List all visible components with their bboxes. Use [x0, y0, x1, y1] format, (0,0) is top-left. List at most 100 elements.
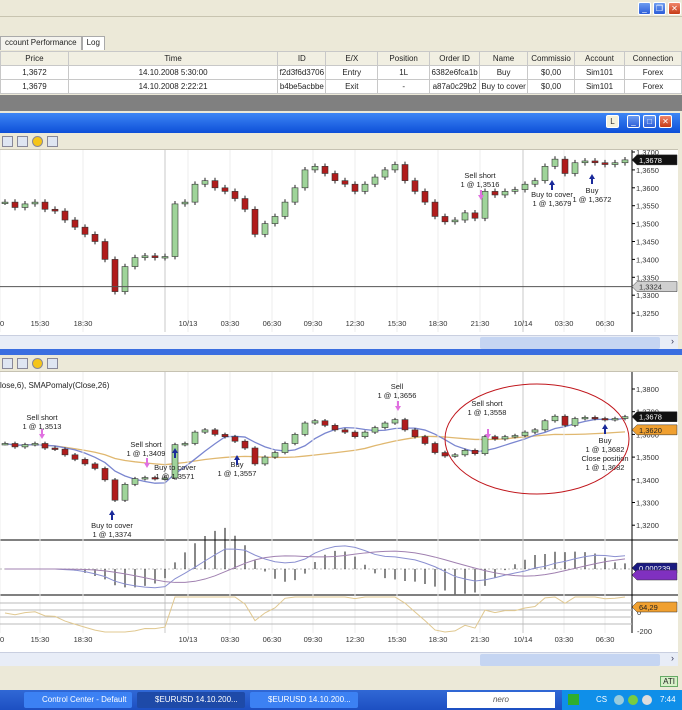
strategy-icon[interactable] [32, 136, 43, 147]
draw-tool-icon[interactable] [2, 136, 13, 147]
bottom-tabs: ccount Performance Log [0, 36, 105, 50]
data-box-icon[interactable] [47, 136, 58, 147]
column-header[interactable]: Order ID [429, 51, 481, 66]
price-axis-label: 1,3400 [636, 476, 659, 485]
candle [131, 478, 139, 485]
table-row[interactable]: 1,3679 14.10.2008 2:22:21 b4be5acbbe Exit - a… [0, 79, 682, 94]
price-axis-label: 1,3300 [636, 499, 659, 508]
last-price-label: 1,3678 [639, 413, 662, 422]
top-price-chart: 1,37001,36501,36001,35501,35001,34501,34… [0, 148, 678, 332]
buy-arrow-icon [589, 174, 595, 184]
candle [281, 443, 289, 453]
bottom-chart-scrollbar[interactable]: › [0, 652, 678, 666]
chart-maximize-button[interactable]: □ [643, 115, 656, 128]
time-axis-label: 15:30 [388, 635, 407, 644]
bottom-chart-panel[interactable]: 1,38001,37001,36001,35001,34001,33001,32… [0, 372, 678, 652]
time-axis-label: 03:30 [555, 635, 574, 644]
time-axis-label: 10/14 [514, 319, 533, 328]
tab-log[interactable]: Log [81, 36, 105, 50]
column-header[interactable]: Name [479, 51, 529, 66]
price-axis-label: 1,3250 [636, 309, 659, 318]
strategy-icon[interactable] [32, 358, 43, 369]
candle [421, 436, 429, 444]
candle [191, 183, 199, 203]
time-axis-label: 06:30 [596, 635, 615, 644]
nero-toolbar[interactable]: nero [447, 692, 555, 708]
candle [471, 212, 479, 219]
time-axis-label: 21:30 [471, 635, 490, 644]
table-cell: $0,00 [527, 79, 576, 94]
column-header[interactable]: E/X [325, 51, 379, 66]
time-axis-label: 03:30 [555, 319, 574, 328]
chart-close-button[interactable]: ✕ [659, 115, 672, 128]
candle [191, 431, 199, 444]
scroll-right-icon[interactable]: › [671, 653, 674, 663]
security-icon[interactable] [628, 695, 638, 705]
time-axis-label: 15:30 [388, 319, 407, 328]
close-button[interactable]: ✕ [668, 2, 681, 15]
bottom-chart-toolbar [0, 355, 678, 372]
top-chart-scrollbar[interactable]: › [0, 335, 678, 349]
candle [521, 431, 529, 436]
column-header[interactable]: Time [67, 51, 279, 66]
column-header[interactable]: Position [377, 51, 431, 66]
macd-signal-value-tag [631, 569, 678, 581]
candle [241, 440, 249, 449]
price-axis-label: 1,3650 [636, 166, 659, 175]
candle [1, 443, 9, 446]
candle [511, 189, 519, 192]
task-eurusd-1[interactable]: $EURUSD 14.10.200... [137, 692, 245, 708]
candle [511, 435, 519, 438]
price-axis-label: 1,3350 [636, 273, 659, 282]
trade-annotation-text: Close position [581, 454, 628, 463]
candle [121, 266, 129, 292]
task-control-center[interactable]: Control Center - Default [24, 692, 132, 708]
candle [601, 418, 609, 421]
link-button[interactable]: L [606, 115, 619, 128]
candle [241, 198, 249, 210]
tab-account-performance[interactable]: ccount Performance [0, 36, 82, 50]
ati-indicator: ATI [660, 676, 678, 687]
candle [411, 429, 419, 437]
column-header[interactable]: Price [0, 51, 69, 66]
scroll-right-icon[interactable]: › [671, 336, 674, 346]
column-header[interactable]: ID [277, 51, 327, 66]
restore-button[interactable]: ❐ [653, 2, 666, 15]
column-header[interactable]: Account [574, 51, 625, 66]
table-cell: 14.10.2008 2:22:21 [67, 79, 279, 94]
chart-minimize-button[interactable]: _ [627, 115, 640, 128]
candle [361, 183, 369, 192]
table-cell: b4be5acbbe [277, 79, 327, 94]
table-cell: Forex [623, 65, 682, 80]
bottom-price-chart: 1,38001,37001,36001,35001,34001,33001,32… [0, 372, 678, 644]
candle [491, 191, 499, 196]
candle [331, 173, 339, 181]
price-axis-label: 1,3500 [636, 220, 659, 229]
top-chart-panel[interactable]: 1,3700 1,3650 1,3600 1,3550 1,3500 1,3450 1,34… [0, 148, 678, 335]
table-row[interactable]: 1,3672 14.10.2008 5:30:00 f2d3f6d3706 Entry… [0, 65, 682, 80]
task-eurusd-2[interactable]: $EURUSD 14.10.200... [250, 692, 358, 708]
scroll-thumb[interactable] [480, 337, 660, 349]
task-label: $EURUSD 14.10.200... [155, 695, 238, 704]
properties-icon[interactable] [17, 136, 28, 147]
draw-tool-icon[interactable] [2, 358, 13, 369]
volume-icon[interactable] [642, 695, 652, 705]
properties-icon[interactable] [17, 358, 28, 369]
candle [371, 427, 379, 433]
tray-app-icon[interactable] [568, 694, 579, 705]
column-header[interactable]: Connection [623, 51, 682, 66]
minimize-button[interactable]: _ [638, 2, 651, 15]
price-axis-label: 1,3450 [636, 238, 659, 247]
data-box-icon[interactable] [47, 358, 58, 369]
table-cell: 1,3679 [0, 79, 69, 94]
network-icon[interactable] [614, 695, 624, 705]
time-axis-label: 15:30 [31, 635, 50, 644]
scroll-thumb[interactable] [480, 654, 660, 666]
candle [321, 166, 329, 174]
language-indicator[interactable]: CS [596, 690, 607, 710]
candle [441, 452, 449, 457]
column-header[interactable]: Commissio [527, 51, 576, 66]
candle [341, 429, 349, 433]
candle [21, 203, 29, 208]
time-axis-label: 18:30 [74, 635, 93, 644]
